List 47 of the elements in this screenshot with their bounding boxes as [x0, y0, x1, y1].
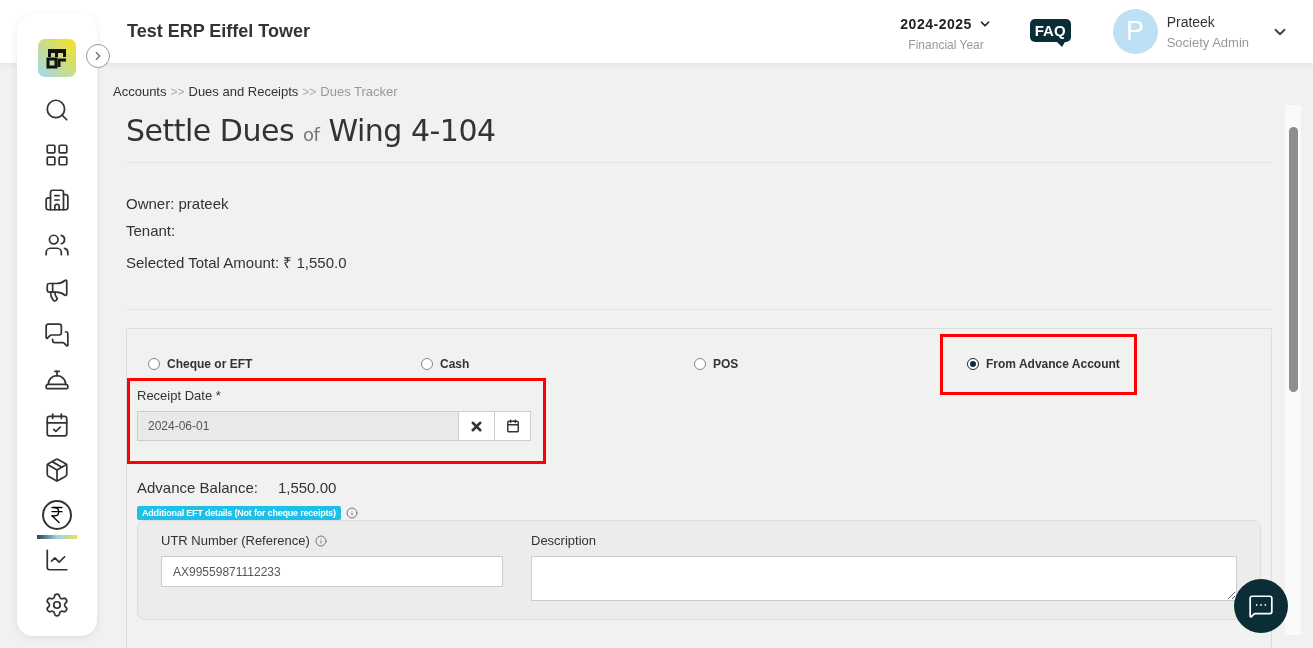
- field-label: Receipt Date *: [137, 388, 222, 403]
- chat-bubbles-icon: [44, 321, 70, 348]
- chart-icon: [44, 546, 70, 573]
- user-name: Prateek: [1166, 13, 1216, 30]
- box-icon: [44, 456, 70, 483]
- year-selector[interactable]: 2024-2025: [900, 15, 992, 32]
- rupee-icon: [42, 499, 72, 530]
- eft-badge: Additional EFT details (Not for cheque receipts): [137, 506, 341, 520]
- breadcrumb-link[interactable]: Accounts: [113, 84, 167, 99]
- payment-mode-radio[interactable]: Cash: [421, 357, 470, 371]
- calendar-icon: [505, 419, 520, 433]
- megaphone-icon: [44, 276, 70, 303]
- balance-value: 1,550.00: [277, 479, 337, 496]
- chat-button[interactable]: [1234, 579, 1288, 633]
- scrollbar[interactable]: [1285, 105, 1301, 635]
- calendar-button[interactable]: [495, 411, 531, 441]
- detail-text: Selected Total Amount: ₹ 1,550.0: [126, 253, 348, 273]
- page-title: Settle Dues of Wing 4-104: [126, 113, 1272, 163]
- search-icon: [44, 96, 70, 123]
- calendar-check-icon: [44, 411, 70, 438]
- app-title: Test ERP Eiffel Tower: [127, 21, 312, 42]
- balance-label: Advance Balance:: [137, 479, 258, 496]
- logo-icon[interactable]: [38, 39, 76, 77]
- grid-icon: [44, 141, 70, 168]
- breadcrumb-link[interactable]: Dues and Receipts: [188, 84, 299, 99]
- chat-bubble-icon: [1248, 593, 1274, 619]
- date-field[interactable]: 2024-06-01: [137, 411, 460, 441]
- field-label: Description: [531, 533, 597, 548]
- detail-text: Tenant:: [126, 221, 177, 241]
- payment-mode-radio[interactable]: From Advance Account: [940, 334, 1137, 395]
- payment-mode-radio[interactable]: Cheque or EFT: [148, 357, 253, 371]
- avatar: P: [1112, 9, 1158, 54]
- breadcrumb-separator: >>: [170, 84, 185, 99]
- clear-button[interactable]: [459, 411, 496, 441]
- payment-mode-radio[interactable]: POS: [694, 357, 739, 371]
- info-icon: [314, 534, 327, 547]
- year-caption: Financial Year: [908, 37, 984, 52]
- people-icon: [44, 231, 70, 258]
- field-label: UTR Number (Reference): [161, 533, 310, 548]
- settings-icon: [44, 591, 70, 618]
- breadcrumb-separator: >>: [302, 84, 317, 99]
- description-field[interactable]: [531, 556, 1237, 601]
- user-role: Society Admin: [1166, 34, 1249, 50]
- detail-text: Owner: prateek: [126, 194, 230, 214]
- building-icon: [44, 186, 70, 213]
- info-icon: [345, 507, 358, 519]
- utr-field[interactable]: AX99559871112233: [161, 556, 503, 587]
